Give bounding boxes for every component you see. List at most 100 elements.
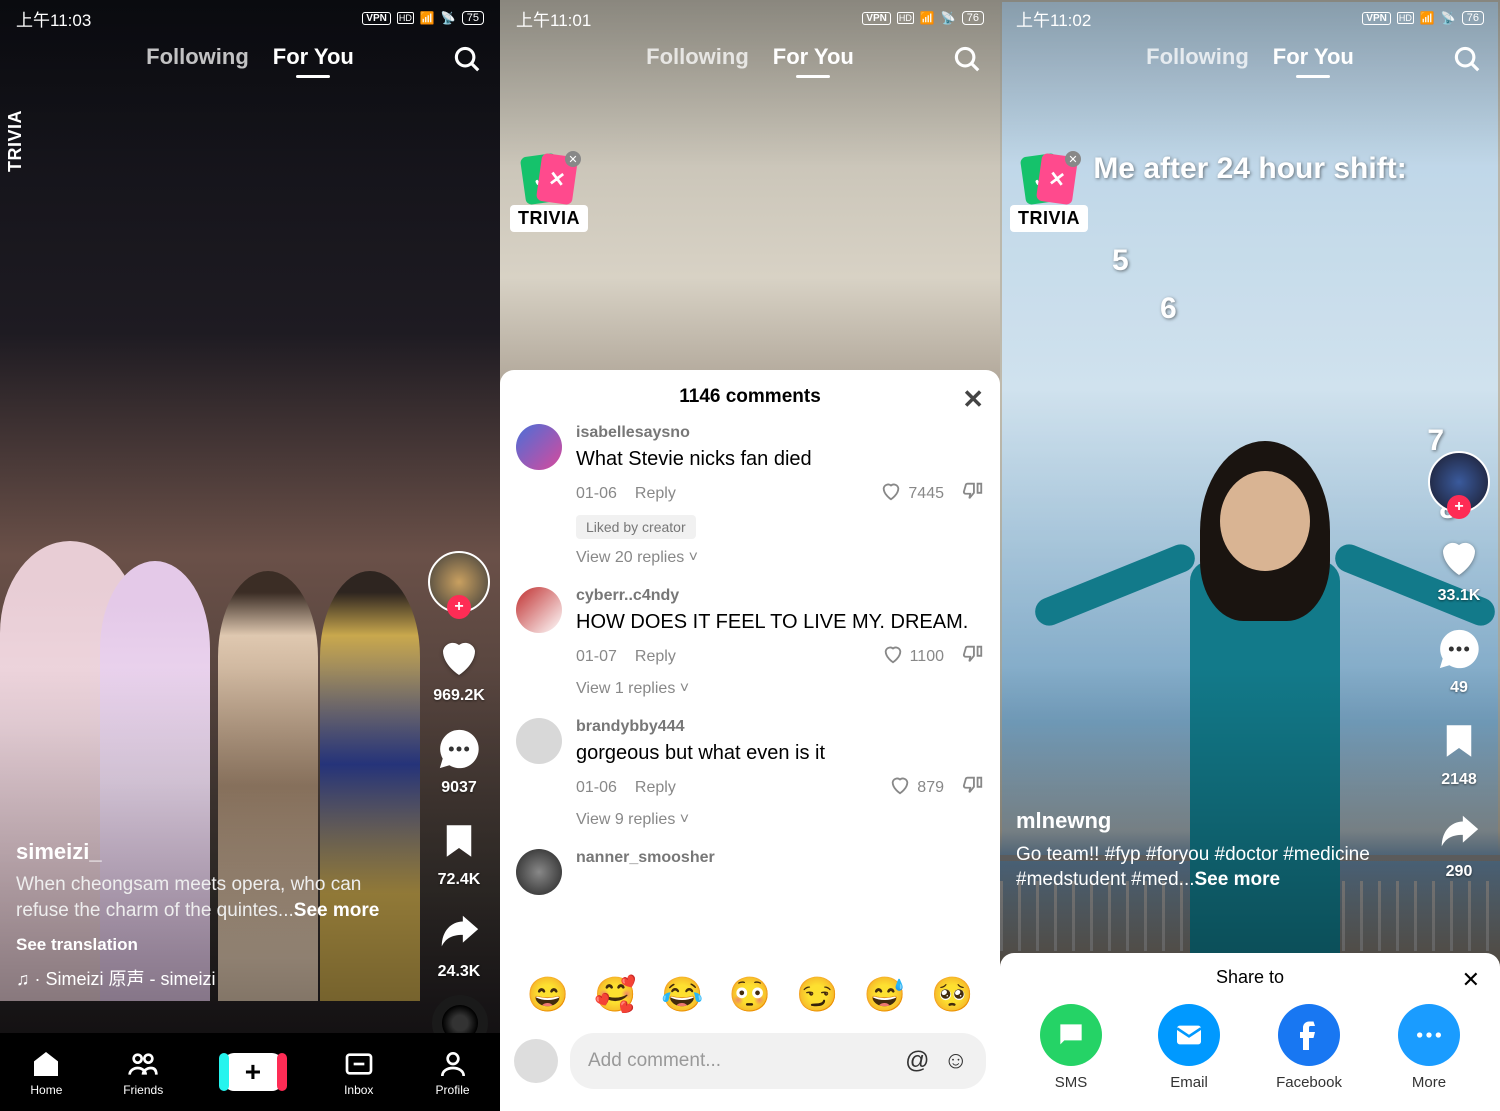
username[interactable]: mlnewng bbox=[1016, 806, 1400, 836]
reply-button[interactable]: Reply bbox=[635, 779, 676, 797]
emoji-reaction[interactable]: 😂 bbox=[661, 975, 703, 1015]
video-info: mlnewng Go team!! #fyp #foryou #doctor #… bbox=[1016, 806, 1400, 893]
search-icon[interactable] bbox=[452, 44, 482, 81]
emoji-icon[interactable]: ☺ bbox=[943, 1047, 968, 1075]
view-replies[interactable]: View 1 replies ˅ bbox=[576, 680, 984, 698]
caption[interactable]: Go team!! #fyp #foryou #doctor #medicine… bbox=[1016, 842, 1400, 893]
view-replies[interactable]: View 20 replies ˅ bbox=[576, 549, 984, 567]
phone-screen-1: 上午11:03 VPN HD 📶 📡 75 Following For You … bbox=[0, 0, 500, 1111]
share-option-facebook[interactable]: Facebook bbox=[1276, 1004, 1342, 1091]
top-tabs: Following For You bbox=[0, 44, 500, 70]
share-label: Facebook bbox=[1276, 1074, 1342, 1091]
video-info: simeizi_ When cheongsam meets opera, who… bbox=[16, 837, 400, 991]
tab-following[interactable]: Following bbox=[146, 44, 249, 70]
comment-avatar[interactable] bbox=[516, 849, 562, 895]
trivia-badge[interactable]: ✓✕✕ TRIVIA bbox=[510, 155, 588, 232]
sound-label[interactable]: ♫ · Simeizi 原声 - simeizi bbox=[16, 967, 400, 991]
reply-button[interactable]: Reply bbox=[635, 485, 676, 503]
comment-input[interactable]: Add comment... @☺ bbox=[570, 1033, 986, 1089]
dislike-comment[interactable] bbox=[962, 643, 984, 670]
nav-profile[interactable]: Profile bbox=[436, 1048, 470, 1097]
tab-following[interactable]: Following bbox=[646, 44, 749, 70]
close-icon[interactable]: ✕ bbox=[1065, 151, 1081, 167]
comments-count: 1146 comments bbox=[679, 386, 821, 407]
close-icon[interactable]: ✕ bbox=[962, 384, 984, 415]
emoji-reaction[interactable]: 😄 bbox=[527, 975, 569, 1015]
comment-date: 01-06 bbox=[576, 485, 617, 503]
search-icon[interactable] bbox=[1452, 44, 1482, 81]
save-button[interactable]: 72.4K bbox=[433, 815, 485, 889]
status-time: 上午11:02 bbox=[1016, 6, 1091, 31]
tab-following[interactable]: Following bbox=[1146, 44, 1249, 70]
like-button[interactable]: 33.1K bbox=[1433, 531, 1485, 605]
caption[interactable]: When cheongsam meets opera, who can refu… bbox=[16, 872, 400, 923]
nav-friends[interactable]: Friends bbox=[123, 1048, 163, 1097]
reply-button[interactable]: Reply bbox=[635, 648, 676, 666]
comment-avatar[interactable] bbox=[516, 587, 562, 633]
nav-create[interactable]: + bbox=[224, 1053, 282, 1091]
search-icon[interactable] bbox=[952, 44, 982, 81]
nav-home[interactable]: Home bbox=[30, 1048, 62, 1097]
comment-date: 01-07 bbox=[576, 648, 617, 666]
comment-username[interactable]: brandybby444 bbox=[576, 718, 984, 736]
comments-sheet: 1146 comments ✕ isabellesaysno What Stev… bbox=[500, 370, 1000, 1111]
like-count: 1100 bbox=[910, 648, 944, 666]
see-more[interactable]: See more bbox=[1195, 869, 1281, 890]
share-button[interactable]: 24.3K bbox=[433, 907, 485, 981]
comment-username[interactable]: isabellesaysno bbox=[576, 424, 984, 442]
vpn-badge: VPN bbox=[1362, 12, 1391, 25]
follow-plus-icon[interactable]: + bbox=[447, 595, 471, 619]
share-option-email[interactable]: Email bbox=[1158, 1004, 1220, 1091]
share-option-sms[interactable]: SMS bbox=[1040, 1004, 1102, 1091]
like-button[interactable]: 969.2K bbox=[433, 631, 485, 705]
dislike-comment[interactable] bbox=[962, 774, 984, 801]
see-more[interactable]: See more bbox=[294, 900, 380, 921]
comment-date: 01-06 bbox=[576, 779, 617, 797]
comment-text: HOW DOES IT FEEL TO LIVE MY. DREAM. bbox=[576, 609, 984, 635]
like-count: 879 bbox=[917, 779, 944, 797]
at-icon[interactable]: @ bbox=[905, 1047, 929, 1075]
comment-username[interactable]: nanner_smoosher bbox=[576, 849, 984, 867]
top-tabs: Following For You bbox=[500, 44, 1000, 70]
self-avatar[interactable] bbox=[514, 1039, 558, 1083]
like-comment[interactable] bbox=[889, 774, 911, 801]
emoji-reaction[interactable]: 🥺 bbox=[931, 975, 973, 1015]
bottom-nav: Home Friends + Inbox Profile bbox=[0, 1033, 500, 1111]
follow-plus-icon[interactable]: + bbox=[1447, 495, 1471, 519]
close-icon[interactable]: ✕ bbox=[1462, 967, 1480, 993]
status-time: 上午11:01 bbox=[516, 6, 591, 31]
emoji-reaction[interactable]: 😳 bbox=[729, 975, 771, 1015]
signal-icon: 📶 bbox=[1420, 11, 1435, 25]
like-comment[interactable] bbox=[880, 480, 902, 507]
comment-avatar[interactable] bbox=[516, 718, 562, 764]
comment-button[interactable]: 9037 bbox=[433, 723, 485, 797]
creator-avatar[interactable]: + bbox=[1428, 451, 1490, 513]
status-time: 上午11:03 bbox=[16, 6, 91, 31]
trivia-badge[interactable]: TRIVIA bbox=[2, 102, 29, 180]
battery-icon: 76 bbox=[962, 11, 984, 25]
tab-for-you[interactable]: For You bbox=[1273, 44, 1354, 70]
see-translation[interactable]: See translation bbox=[16, 934, 400, 957]
save-button[interactable]: 2148 bbox=[1433, 715, 1485, 789]
share-option-more[interactable]: More bbox=[1398, 1004, 1460, 1091]
emoji-reaction[interactable]: 😅 bbox=[864, 975, 906, 1015]
share-button[interactable]: 290 bbox=[1433, 807, 1485, 881]
comment-username[interactable]: cyberr..c4ndy bbox=[576, 587, 984, 605]
dislike-comment[interactable] bbox=[962, 480, 984, 507]
trivia-badge[interactable]: ✓✕✕ TRIVIA bbox=[1010, 155, 1088, 232]
emoji-reaction[interactable]: 🥰 bbox=[594, 975, 636, 1015]
hd-badge: HD bbox=[397, 12, 414, 24]
tab-for-you[interactable]: For You bbox=[273, 44, 354, 70]
share-sheet: Share to✕ SMSEmailFacebookMore bbox=[1000, 953, 1500, 1111]
comment-avatar[interactable] bbox=[516, 424, 562, 470]
nav-inbox[interactable]: Inbox bbox=[343, 1048, 375, 1097]
like-comment[interactable] bbox=[882, 643, 904, 670]
creator-avatar[interactable]: + bbox=[428, 551, 490, 613]
username[interactable]: simeizi_ bbox=[16, 837, 400, 867]
tab-for-you[interactable]: For You bbox=[773, 44, 854, 70]
comment-button[interactable]: 49 bbox=[1433, 623, 1485, 697]
close-icon[interactable]: ✕ bbox=[565, 151, 581, 167]
emoji-reaction[interactable]: 😏 bbox=[796, 975, 838, 1015]
wifi-icon: 📡 bbox=[1441, 11, 1456, 25]
view-replies[interactable]: View 9 replies ˅ bbox=[576, 811, 984, 829]
